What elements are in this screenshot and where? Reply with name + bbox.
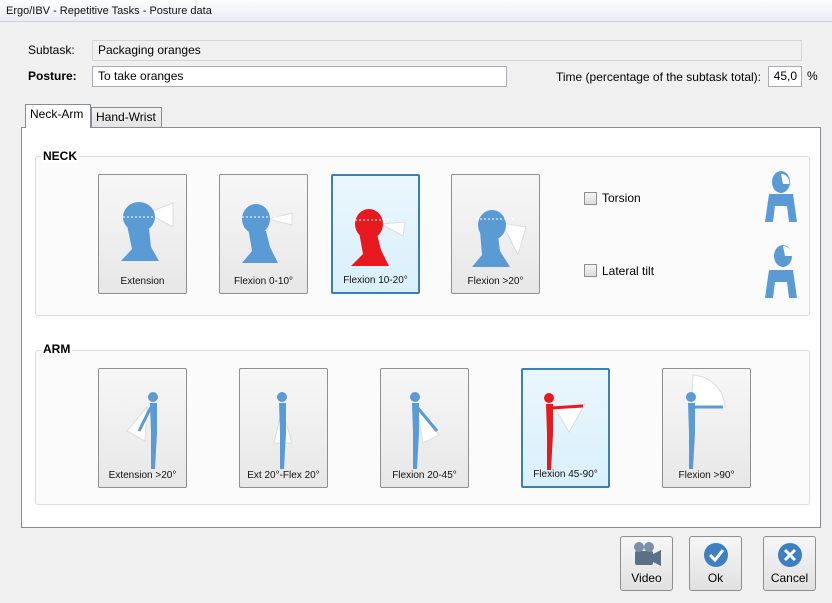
arm-ext-flex-20-label: Ext 20°-Flex 20° (247, 470, 320, 481)
cancel-label: Cancel (770, 571, 809, 585)
posture-label: Posture: (28, 69, 77, 83)
cancel-button[interactable]: Cancel (763, 536, 816, 591)
torsion-label: Torsion (602, 191, 641, 205)
neck-flexion-10-20-button[interactable]: Flexion 10-20° (331, 174, 420, 294)
neck-flexion-0-10-button[interactable]: Flexion 0-10° (219, 174, 308, 294)
time-unit: % (807, 69, 818, 83)
video-button[interactable]: Video (620, 536, 673, 591)
arm-extension-over-20-label: Extension >20° (108, 470, 177, 481)
arm-title: ARM (41, 342, 73, 356)
torso-lateral-tilt-icon (765, 245, 797, 298)
arm-flexion-20-45-button[interactable]: Flexion 20-45° (380, 368, 469, 488)
lateral-tilt-label: Lateral tilt (602, 264, 655, 278)
torsion-checkbox[interactable] (584, 192, 597, 205)
arm-ext-flex-20-button[interactable]: Ext 20°-Flex 20° (239, 368, 328, 488)
neck-extension-label: Extension (120, 276, 165, 287)
arm-flexion-over-90-label: Flexion >90° (678, 470, 735, 481)
posture-field[interactable]: To take oranges (92, 66, 507, 87)
arm-flexion-20-45-label: Flexion 20-45° (392, 470, 457, 481)
neck-title: NECK (41, 149, 80, 163)
arm-extension-over-20-button[interactable]: Extension >20° (98, 368, 187, 488)
ok-label: Ok (707, 571, 724, 585)
tab-neck-arm[interactable]: Neck-Arm (25, 104, 91, 128)
video-label: Video (631, 571, 662, 585)
neck-flexion-10-20-label: Flexion 10-20° (343, 275, 408, 286)
neck-flexion-over-20-label: Flexion >20° (467, 276, 524, 287)
neck-flexion-over-20-button[interactable]: Flexion >20° (451, 174, 540, 294)
ok-button[interactable]: Ok (689, 536, 742, 591)
neck-flexion-0-10-label: Flexion 0-10° (233, 276, 294, 287)
window-title: Ergo/IBV - Repetitive Tasks - Posture da… (0, 0, 832, 22)
arm-flexion-45-90-button[interactable]: Flexion 45-90° (521, 368, 610, 488)
neck-arm-panel: NECK Extension Flexion 0-10° Flexion 10-… (21, 127, 821, 528)
arm-flexion-over-90-button[interactable]: Flexion >90° (662, 368, 751, 488)
arm-flexion-45-90-label: Flexion 45-90° (533, 469, 598, 480)
neck-extension-button[interactable]: Extension (98, 174, 187, 294)
torso-torsion-icon (765, 171, 797, 222)
posture-data-window: Ergo/IBV - Repetitive Tasks - Posture da… (0, 0, 832, 603)
subtask-label: Subtask: (28, 43, 75, 57)
lateral-tilt-checkbox[interactable] (584, 264, 597, 277)
time-label: Time (percentage of the subtask total): (556, 70, 761, 84)
tab-hand-wrist[interactable]: Hand-Wrist (91, 107, 162, 128)
subtask-field: Packaging oranges (92, 40, 802, 61)
time-field[interactable]: 45,0 (768, 66, 802, 87)
